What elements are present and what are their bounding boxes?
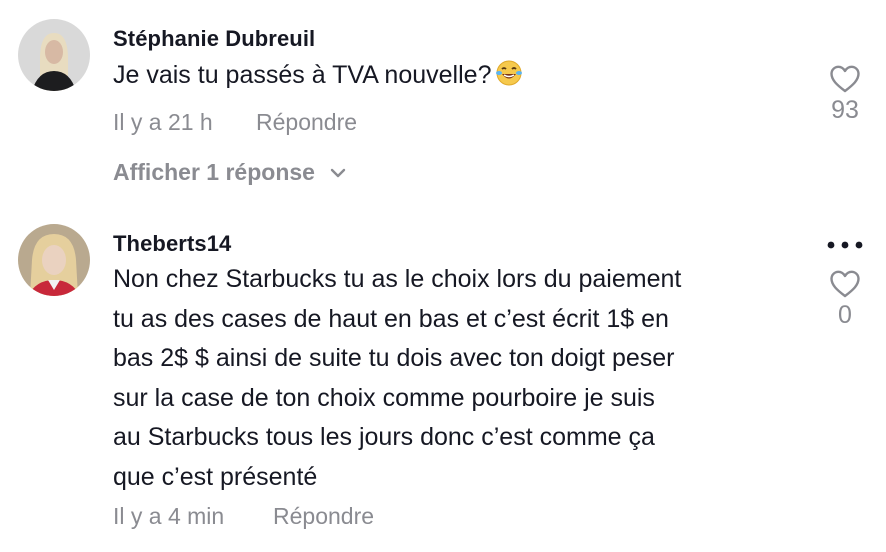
avatar-image	[18, 224, 90, 296]
comment-text: Non chez Starbucks tu as le choix lors d…	[113, 260, 803, 497]
view-replies-label: Afficher 1 réponse	[113, 159, 315, 185]
avatar-image	[18, 19, 90, 91]
reply-button[interactable]: Répondre	[273, 503, 374, 530]
like-control: 93	[815, 64, 875, 125]
comment-text-line: au Starbucks tous les jours donc c’est c…	[113, 423, 655, 451]
comment-timestamp: Il y a 21 h	[113, 109, 213, 135]
like-count: 0	[838, 301, 852, 329]
heart-icon[interactable]	[829, 64, 861, 94]
comment-text-line: tu as des cases de haut en bas et c’est …	[113, 304, 669, 333]
laughing-tears-emoji-icon	[495, 59, 523, 100]
avatar[interactable]	[18, 19, 90, 91]
comment-text-line: que c’est présenté	[113, 462, 318, 491]
avatar[interactable]	[18, 224, 90, 296]
comment-text-content: Je vais tu passés à TVA nouvelle?	[113, 61, 492, 89]
chevron-down-icon	[331, 168, 346, 178]
comment-timestamp: Il y a 4 min	[113, 503, 225, 529]
heart-icon[interactable]	[829, 269, 861, 299]
comment-text: Je vais tu passés à TVA nouvelle?	[113, 56, 803, 100]
comment-text-line: sur la case de ton choix comme pourboire…	[113, 383, 655, 412]
comment-item: Stéphanie Dubreuil Je vais tu passés à T…	[0, 0, 886, 200]
like-count: 93	[831, 96, 859, 124]
comment-text-line: Non chez Starbucks tu as le choix lors d…	[113, 265, 682, 293]
like-control: 0	[815, 269, 875, 330]
view-replies-button[interactable]: Afficher 1 réponse	[113, 159, 347, 186]
comment-username[interactable]: Theberts14	[113, 231, 231, 257]
comment-username[interactable]: Stéphanie Dubreuil	[113, 26, 315, 52]
comment-text-line: bas 2$ $ ainsi de suite tu dois avec ton…	[113, 344, 675, 372]
more-options-icon[interactable]	[825, 240, 865, 250]
reply-button[interactable]: Répondre	[256, 109, 357, 136]
comment-item: Theberts14 Non chez Starbucks tu as le c…	[0, 200, 886, 552]
